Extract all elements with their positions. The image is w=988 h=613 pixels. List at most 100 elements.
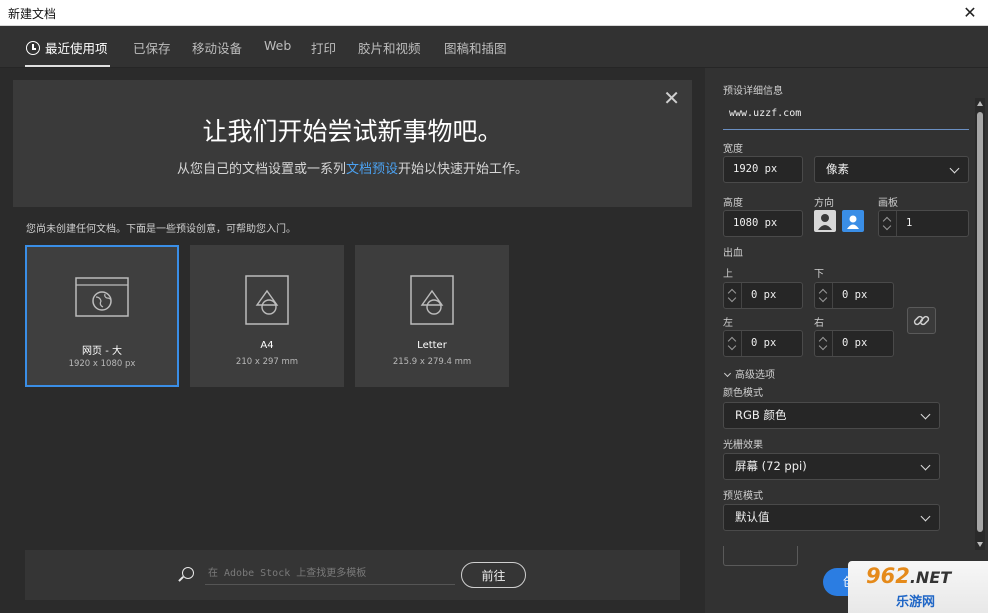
chevron-down-icon bbox=[949, 163, 960, 174]
advanced-options-toggle[interactable]: 高级选项 bbox=[723, 366, 775, 381]
close-window-icon[interactable]: ✕ bbox=[960, 3, 980, 23]
color-mode-select[interactable]: RGB 颜色 bbox=[723, 402, 940, 429]
preset-card-web-large[interactable]: 网页 - 大 1920 x 1080 px bbox=[25, 245, 179, 387]
chain-link-icon bbox=[913, 315, 930, 326]
raster-effects-value: 屏幕 (72 ppi) bbox=[735, 459, 807, 473]
preset-size: 1920 x 1080 px bbox=[68, 359, 136, 369]
tab-web[interactable]: Web bbox=[264, 38, 291, 53]
bleed-left-stepper[interactable]: 0 px bbox=[723, 330, 803, 357]
chevron-down-icon bbox=[920, 511, 931, 522]
window-title: 新建文档 bbox=[8, 7, 57, 21]
watermark-net: .NET bbox=[909, 568, 952, 587]
bleed-bottom-value: 0 px bbox=[842, 289, 868, 301]
stepper-arrows[interactable] bbox=[879, 211, 897, 236]
chevron-down-icon bbox=[818, 293, 828, 303]
go-button[interactable]: 前往 bbox=[461, 562, 526, 588]
stepper-arrows[interactable] bbox=[815, 283, 833, 308]
preset-name-field[interactable]: www.uzzf.com bbox=[723, 103, 969, 130]
portrait-icon bbox=[818, 214, 832, 230]
height-label: 高度 bbox=[723, 198, 743, 209]
bleed-top-stepper[interactable]: 0 px bbox=[723, 282, 803, 309]
site-watermark-logo: 962.NET 乐游网 bbox=[848, 561, 988, 613]
artboard-stepper[interactable]: 1 bbox=[878, 210, 969, 237]
landscape-orientation-button[interactable] bbox=[842, 210, 864, 232]
banner-headline: 让我们开始尝试新事物吧。 bbox=[202, 117, 503, 146]
link-bleed-button[interactable] bbox=[907, 307, 936, 334]
close-banner-icon[interactable]: ✕ bbox=[663, 88, 680, 108]
width-input[interactable]: 1920 px bbox=[723, 156, 803, 183]
preset-card-letter[interactable]: Letter 215.9 x 279.4 mm bbox=[355, 245, 509, 387]
stepper-arrows[interactable] bbox=[815, 331, 833, 356]
width-label: 宽度 bbox=[723, 144, 743, 155]
web-document-icon bbox=[75, 277, 129, 317]
stock-search-input[interactable] bbox=[205, 563, 455, 585]
preset-name: A4 bbox=[260, 340, 274, 351]
portrait-orientation-button[interactable] bbox=[814, 210, 836, 232]
empty-hint: 您尚未创建任何文档。下面是一些预设创意，可帮助您入门。 bbox=[26, 224, 296, 235]
preview-mode-label: 预览模式 bbox=[723, 491, 763, 502]
tab-art-illustration[interactable]: 图稿和插图 bbox=[444, 38, 507, 57]
raster-effects-label: 光栅效果 bbox=[723, 440, 763, 451]
landscape-icon bbox=[847, 215, 859, 229]
clock-icon bbox=[26, 41, 40, 55]
chevron-down-icon bbox=[818, 341, 828, 351]
bleed-right-stepper[interactable]: 0 px bbox=[814, 330, 894, 357]
print-document-icon bbox=[245, 275, 289, 325]
preset-card-a4[interactable]: A4 210 x 297 mm bbox=[190, 245, 344, 387]
document-presets-link[interactable]: 文档预设 bbox=[346, 162, 398, 177]
scroll-down-arrow-icon[interactable] bbox=[977, 542, 983, 547]
stock-search-bar: 前往 bbox=[25, 550, 680, 600]
preview-mode-select[interactable]: 默认值 bbox=[723, 504, 940, 531]
banner-sub-after: 开始以快速开始工作。 bbox=[398, 162, 529, 177]
bleed-bottom-stepper[interactable]: 0 px bbox=[814, 282, 894, 309]
artboard-label: 画板 bbox=[878, 198, 898, 209]
chevron-down-icon bbox=[920, 409, 931, 420]
title-bar: 新建文档 ✕ bbox=[0, 0, 988, 26]
artboard-value: 1 bbox=[906, 217, 913, 229]
bleed-left-value: 0 px bbox=[751, 337, 777, 349]
more-settings-button[interactable] bbox=[723, 546, 798, 566]
watermark-text: 乐游网 bbox=[896, 595, 936, 610]
preset-details-panel: 预设详细信息 www.uzzf.com 宽度 1920 px 像素 高度 108… bbox=[705, 68, 988, 613]
advanced-options-label: 高级选项 bbox=[735, 370, 775, 381]
bleed-label: 出血 bbox=[723, 248, 743, 259]
tab-print[interactable]: 打印 bbox=[311, 38, 336, 57]
raster-effects-select[interactable]: 屏幕 (72 ppi) bbox=[723, 453, 940, 480]
tab-recent-label: 最近使用项 bbox=[45, 41, 108, 56]
preset-size: 215.9 x 279.4 mm bbox=[392, 357, 472, 367]
chevron-down-icon bbox=[727, 293, 737, 303]
presets-panel: 让我们开始尝试新事物吧。 从您自己的文档设置或一系列文档预设开始以快速开始工作。… bbox=[0, 68, 705, 613]
tab-recent[interactable]: 最近使用项 bbox=[26, 38, 108, 57]
stepper-arrows[interactable] bbox=[724, 283, 742, 308]
color-mode-value: RGB 颜色 bbox=[735, 408, 787, 422]
preview-mode-value: 默认值 bbox=[735, 510, 770, 524]
tab-saved[interactable]: 已保存 bbox=[133, 38, 171, 57]
print-document-icon bbox=[410, 275, 454, 325]
scrollbar-thumb[interactable] bbox=[977, 112, 983, 532]
preset-name: 网页 - 大 bbox=[82, 346, 122, 357]
category-tabs: 最近使用项 已保存 移动设备 Web 打印 胶片和视频 图稿和插图 bbox=[0, 26, 988, 68]
bleed-left-label: 左 bbox=[723, 318, 733, 329]
banner-subline: 从您自己的文档设置或一系列文档预设开始以快速开始工作。 bbox=[13, 158, 692, 177]
preset-size: 210 x 297 mm bbox=[235, 357, 299, 367]
details-title: 预设详细信息 bbox=[723, 86, 783, 97]
chevron-down-icon bbox=[723, 369, 732, 378]
height-input[interactable]: 1080 px bbox=[723, 210, 803, 237]
bleed-top-value: 0 px bbox=[751, 289, 777, 301]
new-document-window: 新建文档 ✕ 最近使用项 已保存 移动设备 Web 打印 胶片和视频 图稿和插图… bbox=[0, 0, 988, 613]
chevron-down-icon bbox=[882, 221, 892, 231]
stepper-arrows[interactable] bbox=[724, 331, 742, 356]
bleed-right-label: 右 bbox=[814, 318, 824, 329]
preset-name: Letter bbox=[417, 340, 447, 351]
watermark-digits: 962 bbox=[866, 564, 910, 588]
active-tab-indicator bbox=[25, 65, 110, 67]
bleed-bottom-label: 下 bbox=[814, 269, 824, 280]
tab-mobile[interactable]: 移动设备 bbox=[192, 38, 242, 57]
bleed-top-label: 上 bbox=[723, 269, 733, 280]
tab-film-video[interactable]: 胶片和视频 bbox=[358, 38, 421, 57]
color-mode-label: 颜色模式 bbox=[723, 388, 763, 399]
unit-select[interactable]: 像素 bbox=[814, 156, 969, 183]
chevron-down-icon bbox=[727, 341, 737, 351]
scroll-up-arrow-icon[interactable] bbox=[977, 101, 983, 106]
welcome-banner: 让我们开始尝试新事物吧。 从您自己的文档设置或一系列文档预设开始以快速开始工作。… bbox=[13, 80, 692, 207]
